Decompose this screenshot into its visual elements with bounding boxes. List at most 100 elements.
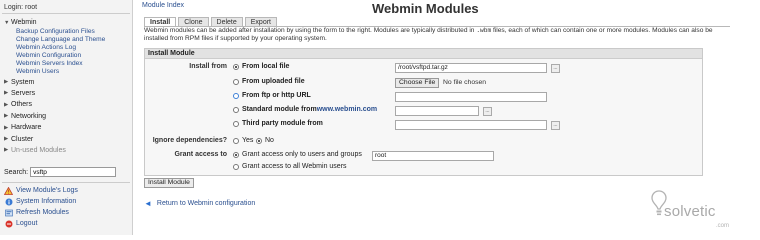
triangle-right-icon: ▶ bbox=[4, 101, 9, 108]
nav-item-webmin-users[interactable]: Webmin Users bbox=[4, 68, 132, 76]
option-label: Grant access only to users and groups bbox=[242, 151, 362, 158]
return-link[interactable]: ◄ Return to Webmin configuration bbox=[144, 199, 255, 208]
watermark-domain: .com bbox=[716, 223, 730, 229]
local-file-input[interactable]: /root/vsftpd.tar.gz bbox=[395, 63, 547, 73]
tab-bar: Install Clone Delete Export bbox=[144, 17, 277, 26]
nav-item-servers-index[interactable]: Webmin Servers Index bbox=[4, 60, 132, 68]
third-party-input[interactable] bbox=[395, 120, 547, 130]
solvetic-watermark: solvetic .com bbox=[648, 183, 758, 235]
option-label: From ftp or http URL bbox=[242, 92, 311, 99]
category-hardware[interactable]: ▶ Hardware bbox=[4, 122, 132, 133]
system-information-link[interactable]: System Information bbox=[4, 196, 78, 207]
nav-item-webmin-config[interactable]: Webmin Configuration bbox=[4, 52, 132, 60]
login-label: Login: root bbox=[4, 4, 38, 11]
logout-link[interactable]: Logout bbox=[4, 218, 78, 229]
category-networking[interactable]: ▶ Networking bbox=[4, 111, 132, 122]
category-label: Un-used Modules bbox=[11, 146, 66, 154]
category-label: Servers bbox=[11, 89, 36, 97]
link-label: View Module's Logs bbox=[16, 187, 78, 194]
sidebar-links: View Module's Logs System Information Re… bbox=[4, 185, 78, 229]
category-label: Networking bbox=[11, 112, 47, 120]
triangle-right-icon: ▶ bbox=[4, 124, 9, 131]
radio-standard-module[interactable] bbox=[233, 106, 239, 113]
tab-delete[interactable]: Delete bbox=[210, 17, 243, 26]
radio-ftp-url[interactable] bbox=[233, 92, 239, 99]
search-input[interactable] bbox=[30, 167, 117, 177]
info-icon bbox=[4, 198, 13, 206]
option-standard-module[interactable]: Standard module from www.webmin.com bbox=[233, 106, 377, 113]
radio-ignore-no[interactable] bbox=[256, 137, 262, 144]
category-label: Others bbox=[11, 101, 33, 109]
install-module-button[interactable]: Install Module bbox=[144, 178, 194, 188]
refresh-modules-link[interactable]: Refresh Modules bbox=[4, 207, 78, 218]
tab-export[interactable]: Export bbox=[244, 17, 277, 26]
webmin-site-link[interactable]: www.webmin.com bbox=[317, 106, 377, 113]
ignore-yes-option[interactable]: Yes bbox=[233, 137, 253, 144]
choose-file-button[interactable]: Choose File bbox=[395, 78, 440, 88]
nav-item-backup-config[interactable]: Backup Configuration Files bbox=[4, 28, 132, 36]
sidebar-divider bbox=[2, 13, 130, 14]
nav-item-change-language[interactable]: Change Language and Theme bbox=[4, 36, 132, 44]
triangle-down-icon: ▼ bbox=[4, 19, 10, 26]
option-label: From local file bbox=[242, 63, 290, 70]
category-unused-modules[interactable]: ▶ Un-used Modules bbox=[4, 145, 132, 156]
option-ftp-url[interactable]: From ftp or http URL bbox=[233, 92, 311, 99]
sidebar: Login: root ▼ Webmin Backup Configuratio… bbox=[0, 0, 133, 235]
arrow-left-icon: ◄ bbox=[144, 199, 152, 208]
radio-ignore-yes[interactable] bbox=[233, 137, 239, 144]
triangle-right-icon: ▶ bbox=[4, 136, 9, 143]
browse-local-button[interactable]: ... bbox=[551, 64, 560, 73]
category-others[interactable]: ▶ Others bbox=[4, 99, 132, 110]
tab-install[interactable]: Install bbox=[144, 17, 177, 26]
link-label: System Information bbox=[16, 198, 77, 205]
triangle-right-icon: ▶ bbox=[4, 113, 9, 120]
module-index-link[interactable]: Module Index bbox=[142, 2, 184, 9]
option-label: Standard module from bbox=[242, 106, 317, 113]
watermark-text: solvetic bbox=[664, 203, 716, 220]
sidebar-divider bbox=[2, 182, 130, 183]
view-module-logs-link[interactable]: View Module's Logs bbox=[4, 185, 78, 196]
radio-third-party[interactable] bbox=[233, 120, 239, 127]
grant-users-input[interactable]: root bbox=[372, 151, 494, 161]
grant-access-label: Grant access to bbox=[174, 151, 227, 158]
install-module-panel: Install Module Install from From local f… bbox=[144, 48, 703, 176]
option-label: No bbox=[265, 137, 274, 144]
radio-grant-all[interactable] bbox=[233, 163, 239, 170]
category-label: System bbox=[11, 78, 35, 86]
ignore-no-option[interactable]: No bbox=[256, 137, 274, 144]
link-label: Logout bbox=[16, 220, 38, 227]
category-label: Hardware bbox=[11, 124, 42, 132]
option-label: Yes bbox=[242, 137, 254, 144]
category-system[interactable]: ▶ System bbox=[4, 76, 132, 87]
nav-item-actions-log[interactable]: Webmin Actions Log bbox=[4, 44, 132, 52]
ignore-dependencies-label: Ignore dependencies? bbox=[152, 137, 227, 144]
grant-only-option[interactable]: Grant access only to users and groups bbox=[233, 151, 362, 158]
intro-text: Webmin modules can be added after instal… bbox=[144, 27, 726, 44]
option-third-party[interactable]: Third party module from bbox=[233, 120, 323, 127]
intro-part1: Webmin modules can be added after instal… bbox=[144, 27, 477, 34]
grant-all-option[interactable]: Grant access to all Webmin users bbox=[233, 163, 347, 170]
return-label: Return to Webmin configuration bbox=[156, 200, 256, 207]
panel-header: Install Module bbox=[145, 49, 702, 59]
category-label: Cluster bbox=[11, 135, 34, 143]
option-label: Grant access to all Webmin users bbox=[242, 163, 347, 170]
ftp-url-input[interactable] bbox=[395, 92, 547, 102]
radio-grant-only[interactable] bbox=[233, 151, 239, 158]
nav-tree: ▼ Webmin Backup Configuration Files Chan… bbox=[4, 17, 132, 156]
tab-clone[interactable]: Clone bbox=[178, 17, 209, 26]
install-from-label: Install from bbox=[189, 63, 227, 70]
radio-local-file[interactable] bbox=[233, 63, 239, 70]
option-local-file[interactable]: From local file bbox=[233, 63, 289, 70]
standard-module-input[interactable] bbox=[395, 106, 479, 116]
option-uploaded-file[interactable]: From uploaded file bbox=[233, 78, 305, 85]
category-cluster[interactable]: ▶ Cluster bbox=[4, 133, 132, 144]
intro-code: .wbm bbox=[476, 27, 492, 34]
search-label: Search: bbox=[4, 168, 29, 176]
sidebar-search: Search: bbox=[4, 167, 117, 177]
category-webmin[interactable]: ▼ Webmin bbox=[4, 17, 132, 28]
category-servers[interactable]: ▶ Servers bbox=[4, 88, 132, 99]
browse-third-party-button[interactable]: ... bbox=[551, 121, 560, 130]
link-label: Refresh Modules bbox=[16, 209, 69, 216]
radio-uploaded-file[interactable] bbox=[233, 78, 239, 85]
browse-standard-button[interactable]: ... bbox=[483, 107, 492, 116]
